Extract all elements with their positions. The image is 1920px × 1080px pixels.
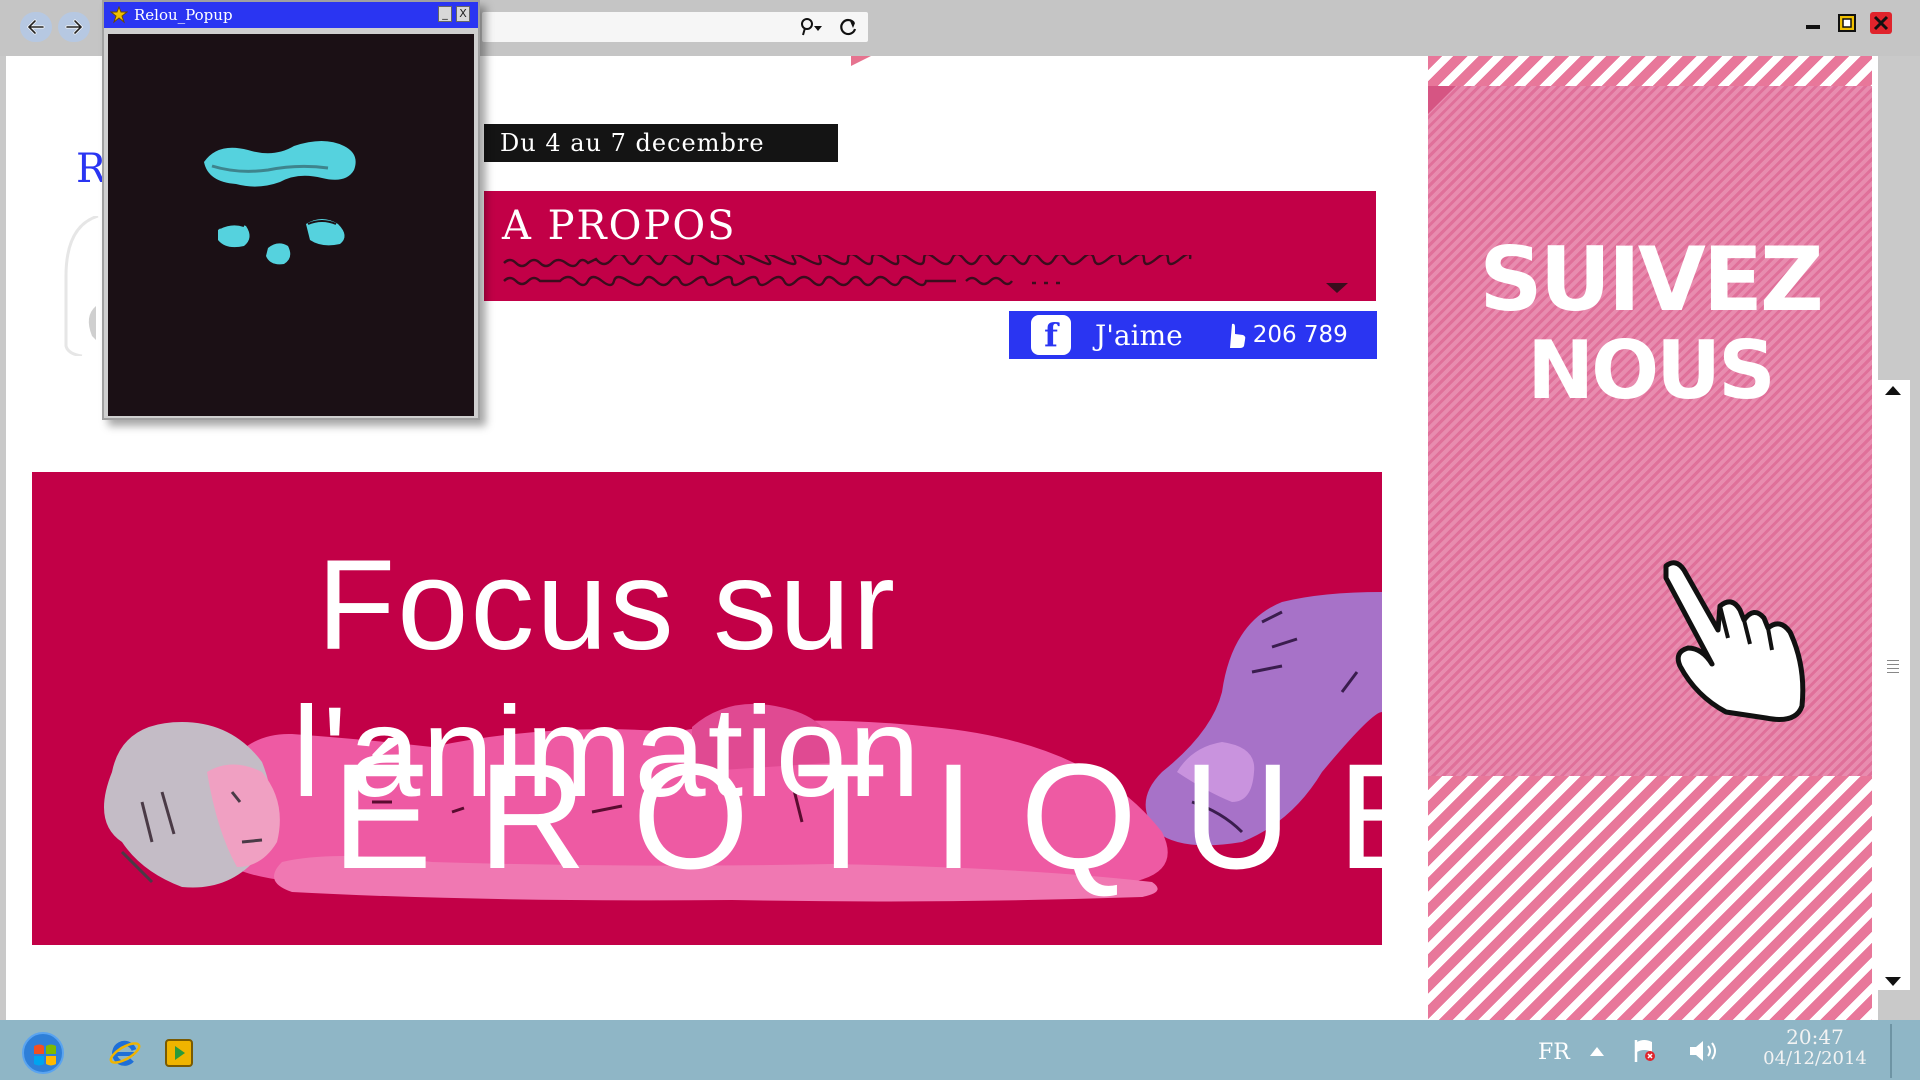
follow-line-1: SUIVEZ xyxy=(1479,228,1824,331)
taskbar: FR 20:47 04/12/2014 xyxy=(0,1020,1920,1080)
search-dropdown-icon[interactable] xyxy=(800,17,822,37)
clock-date: 04/12/2014 xyxy=(1763,1048,1867,1069)
relou-popup-window[interactable]: Relou_Popup _ X xyxy=(102,0,480,420)
stripes-bottom xyxy=(1428,776,1872,1020)
sleepy-face-graphic xyxy=(204,141,356,265)
windows-logo-icon xyxy=(34,1044,56,1066)
media-player-icon[interactable] xyxy=(162,1036,196,1070)
maximize-icon xyxy=(1838,14,1856,32)
internet-explorer-icon[interactable] xyxy=(108,1036,142,1070)
tray-expand-icon[interactable] xyxy=(1588,1044,1606,1058)
scroll-thumb-grip[interactable] xyxy=(1887,660,1899,676)
refresh-icon[interactable] xyxy=(838,17,860,37)
arrow-left-icon xyxy=(26,19,45,35)
close-icon xyxy=(1870,12,1892,34)
hero-banner[interactable]: Focus sur l'animation ÉROTIQUE xyxy=(32,472,1382,945)
follow-us-ad[interactable]: SUIVEZ NOUS xyxy=(1428,56,1872,1020)
system-clock[interactable]: 20:47 04/12/2014 xyxy=(1740,1026,1890,1070)
arrow-right-icon xyxy=(65,19,84,35)
scribble-text-placeholder xyxy=(503,255,1192,287)
popup-content xyxy=(108,34,474,416)
like-button-label[interactable]: J'aime xyxy=(1095,319,1183,352)
vertical-scrollbar[interactable] xyxy=(1876,380,1910,990)
stripes-top xyxy=(1428,56,1872,86)
decorative-tab xyxy=(851,56,871,66)
follow-line-2: NOUS xyxy=(1527,324,1776,417)
action-center-flag-icon[interactable] xyxy=(1632,1038,1658,1064)
maximize-window-button[interactable] xyxy=(1834,10,1860,36)
clock-time: 20:47 xyxy=(1786,1025,1844,1049)
close-window-button[interactable] xyxy=(1868,10,1894,36)
facebook-icon: f xyxy=(1031,315,1071,355)
pointing-hand-icon xyxy=(1663,560,1806,722)
partial-card-edge xyxy=(64,216,99,356)
popup-app-icon xyxy=(110,6,128,24)
address-bar[interactable] xyxy=(482,12,868,42)
back-button[interactable] xyxy=(20,12,52,42)
forward-button[interactable] xyxy=(58,12,90,42)
start-button[interactable] xyxy=(22,1032,64,1074)
scroll-up-icon[interactable] xyxy=(1885,386,1901,395)
minimize-window-button[interactable] xyxy=(1800,10,1826,36)
popup-title-bar[interactable]: Relou_Popup xyxy=(104,2,478,28)
facebook-like-widget[interactable]: f J'aime 206 789 xyxy=(1009,311,1377,359)
scroll-down-icon[interactable] xyxy=(1885,977,1901,986)
event-dates: Du 4 au 7 decembre 2014 xyxy=(484,124,838,195)
about-title: A PROPOS xyxy=(502,203,737,249)
show-desktop-button[interactable] xyxy=(1890,1024,1916,1078)
hero-subtitle: ÉROTIQUE xyxy=(332,732,1382,900)
language-indicator[interactable]: FR xyxy=(1538,1040,1570,1065)
popup-minimize-button[interactable]: _ xyxy=(438,6,452,22)
like-count-value: 206 789 xyxy=(1252,322,1348,348)
thumbs-up-icon xyxy=(1229,323,1245,348)
popup-close-button[interactable]: X xyxy=(456,6,470,22)
like-count: 206 789 xyxy=(1227,322,1348,348)
expand-caret-icon[interactable] xyxy=(1326,283,1348,293)
volume-icon[interactable] xyxy=(1686,1038,1722,1064)
minimize-icon xyxy=(1806,25,1820,29)
about-section[interactable]: A PROPOS xyxy=(484,191,1376,301)
